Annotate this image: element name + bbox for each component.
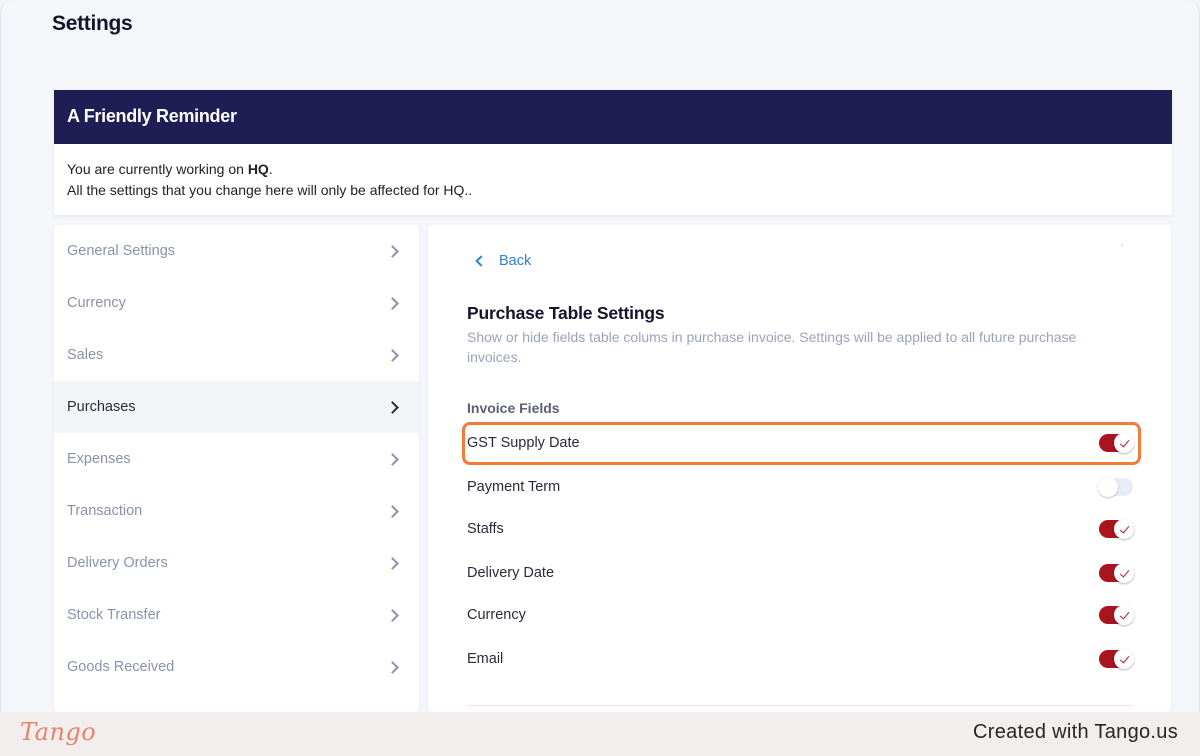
field-row-payment-term: Payment Term	[467, 472, 1133, 502]
sidebar-item-label: Goods Received	[67, 659, 175, 675]
sidebar-item-label: Sales	[67, 347, 104, 363]
toggle-knob	[1098, 477, 1118, 497]
settings-sidebar: General Settings Currency Sales Purchase…	[54, 225, 419, 712]
field-label: Email	[467, 651, 504, 667]
sidebar-item-currency[interactable]: Currency	[54, 277, 419, 329]
gst-supply-date-toggle[interactable]	[1099, 433, 1134, 453]
sidebar-item-expenses[interactable]: Expenses	[54, 433, 419, 485]
sidebar-item-general-settings[interactable]: General Settings	[54, 225, 419, 277]
reminder-line-1-suffix: .	[268, 161, 273, 177]
check-icon	[1119, 608, 1129, 620]
sidebar-item-transaction[interactable]: Transaction	[54, 485, 419, 537]
sidebar-item-label: Purchases	[67, 399, 136, 415]
field-row-email: Email	[467, 644, 1134, 674]
chevron-right-icon	[386, 453, 399, 466]
field-row-staffs: Staffs	[467, 514, 1134, 544]
staffs-toggle[interactable]	[1099, 519, 1134, 539]
sidebar-item-stock-transfer[interactable]: Stock Transfer	[54, 589, 419, 641]
reminder-line-1-prefix: You are currently working on	[67, 161, 248, 177]
sidebar-item-goods-received[interactable]: Goods Received	[54, 641, 419, 693]
field-label: Staffs	[467, 521, 504, 537]
check-icon	[1119, 652, 1129, 664]
decorative-dot	[1121, 244, 1123, 246]
toggle-knob	[1114, 563, 1134, 583]
chevron-right-icon	[386, 609, 399, 622]
chevron-right-icon	[386, 349, 399, 362]
sidebar-item-label: Transaction	[67, 503, 143, 519]
email-toggle[interactable]	[1099, 649, 1134, 669]
field-row-currency: Currency	[467, 600, 1134, 630]
panel-title: Purchase Table Settings	[467, 303, 665, 323]
field-row-gst-supply-date: GST Supply Date	[467, 428, 1134, 458]
purchase-table-settings-panel: Back Purchase Table Settings Show or hid…	[428, 225, 1171, 712]
reminder-line-2: All the settings that you change here wi…	[67, 182, 473, 198]
chevron-right-icon	[386, 401, 399, 414]
reminder-branch-name: HQ	[247, 161, 269, 177]
field-label: GST Supply Date	[467, 435, 580, 451]
chevron-right-icon	[386, 557, 399, 570]
panel-divider	[467, 705, 1133, 706]
check-icon	[1119, 436, 1129, 448]
panel-description: Show or hide fields table colums in purc…	[467, 329, 1077, 365]
chevron-right-icon	[386, 505, 399, 518]
chevron-right-icon	[386, 661, 399, 674]
reminder-body: You are currently working on HQ. All the…	[54, 144, 1172, 201]
chevron-right-icon	[386, 245, 399, 258]
invoice-fields-heading: Invoice Fields	[467, 400, 560, 416]
friendly-reminder-card: A Friendly Reminder You are currently wo…	[54, 90, 1172, 215]
toggle-knob	[1114, 519, 1134, 539]
created-with-text: Created with Tango.us	[973, 721, 1178, 743]
back-button[interactable]: Back	[473, 253, 531, 269]
sidebar-item-label: Currency	[67, 295, 126, 311]
delivery-date-toggle[interactable]	[1099, 563, 1134, 583]
reminder-line-1: You are currently working on HQ.	[67, 159, 1159, 180]
payment-term-toggle[interactable]	[1098, 477, 1133, 497]
reminder-title: A Friendly Reminder	[54, 90, 1172, 144]
tango-footer: Tango Created with Tango.us	[0, 712, 1200, 756]
chevron-left-icon	[475, 255, 487, 267]
sidebar-item-label: Delivery Orders	[67, 555, 168, 571]
sidebar-item-label: General Settings	[67, 243, 176, 259]
field-label: Currency	[467, 607, 526, 623]
sidebar-item-label: Expenses	[67, 451, 131, 467]
back-label: Back	[499, 253, 532, 269]
sidebar-item-purchases[interactable]: Purchases	[54, 381, 419, 433]
check-icon	[1119, 566, 1129, 578]
settings-page: Settings A Friendly Reminder You are cur…	[0, 0, 1200, 712]
sidebar-item-delivery-orders[interactable]: Delivery Orders	[54, 537, 419, 589]
sidebar-item-label: Stock Transfer	[67, 607, 161, 623]
chevron-right-icon	[386, 297, 399, 310]
toggle-knob	[1114, 433, 1134, 453]
sidebar-item-sales[interactable]: Sales	[54, 329, 419, 381]
page-title: Settings	[52, 12, 133, 35]
check-icon	[1119, 522, 1129, 534]
toggle-knob	[1114, 605, 1134, 625]
toggle-knob	[1114, 649, 1134, 669]
currency-toggle[interactable]	[1099, 605, 1134, 625]
field-row-delivery-date: Delivery Date	[467, 558, 1134, 588]
tango-logo: Tango	[20, 718, 97, 746]
field-label: Payment Term	[467, 479, 561, 495]
field-label: Delivery Date	[467, 565, 555, 581]
